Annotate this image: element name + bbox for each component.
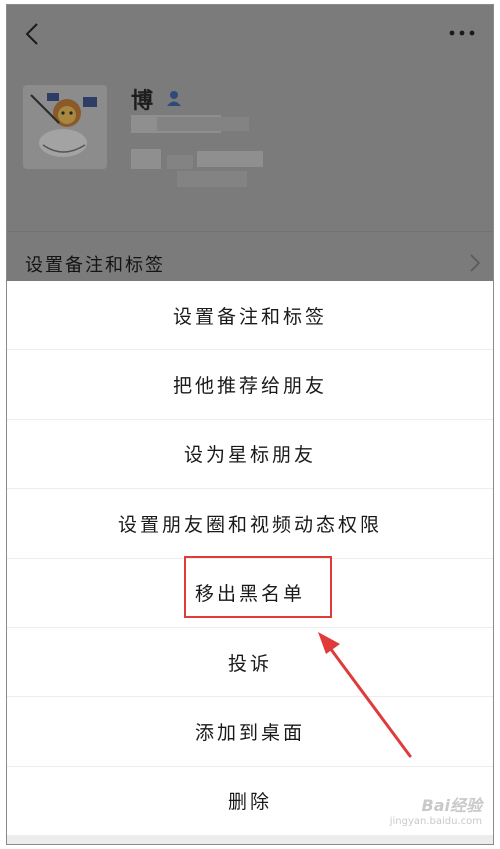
avatar[interactable] <box>23 85 107 169</box>
menu-item-recommend[interactable]: 把他推荐给朋友 <box>7 350 493 420</box>
blurred-info <box>157 117 249 131</box>
back-arrow-icon <box>25 23 38 45</box>
menu-item-label: 设为星标朋友 <box>183 444 316 467</box>
more-dots-icon <box>449 30 475 36</box>
menu-item-report[interactable]: 投诉 <box>7 628 493 698</box>
menu-item-moments-permissions[interactable]: 设置朋友圈和视频动态权限 <box>7 489 493 559</box>
menu-item-label: 设置备注和标签 <box>172 305 327 328</box>
watermark-url: jingyan.baidu.com <box>389 816 482 827</box>
phone-screen: 博 设置备注和标签 设置备注和标签 把他推荐给朋友 设为星标朋友 设置朋友圈和视… <box>6 4 494 845</box>
chevron-right-icon <box>470 254 481 272</box>
blurred-info <box>197 151 263 167</box>
menu-item-label: 移出黑名单 <box>194 583 305 606</box>
blurred-info <box>131 149 161 169</box>
watermark-logo: Bai经验 <box>421 796 482 815</box>
menu-item-label: 设置朋友圈和视频动态权限 <box>117 513 382 536</box>
remark-row-label: 设置备注和标签 <box>25 255 165 276</box>
menu-item-label: 投诉 <box>227 652 272 675</box>
set-remark-row[interactable]: 设置备注和标签 <box>7 233 493 285</box>
blurred-info <box>177 171 247 187</box>
menu-item-star-friend[interactable]: 设为星标朋友 <box>7 420 493 490</box>
blurred-info <box>167 155 193 169</box>
contact-name: 博 <box>131 88 154 114</box>
profile-header: 博 设置备注和标签 <box>7 5 493 295</box>
divider <box>7 231 493 232</box>
action-sheet: 设置备注和标签 把他推荐给朋友 设为星标朋友 设置朋友圈和视频动态权限 移出黑名… <box>7 281 493 844</box>
back-button[interactable] <box>19 21 45 47</box>
sheet-bottom-strip <box>7 836 493 844</box>
person-badge-icon <box>167 91 181 106</box>
menu-item-remove-from-blacklist[interactable]: 移出黑名单 <box>7 559 493 628</box>
menu-item-label: 删除 <box>227 791 272 814</box>
watermark: Bai经验 jingyan.baidu.com <box>390 792 482 827</box>
menu-item-label: 把他推荐给朋友 <box>172 375 327 398</box>
more-button[interactable] <box>447 25 477 41</box>
menu-item-set-remark[interactable]: 设置备注和标签 <box>7 281 493 351</box>
menu-item-add-to-desktop[interactable]: 添加到桌面 <box>7 697 493 767</box>
menu-item-label: 添加到桌面 <box>194 722 305 745</box>
cartoon-lion-avatar-icon <box>23 85 107 169</box>
